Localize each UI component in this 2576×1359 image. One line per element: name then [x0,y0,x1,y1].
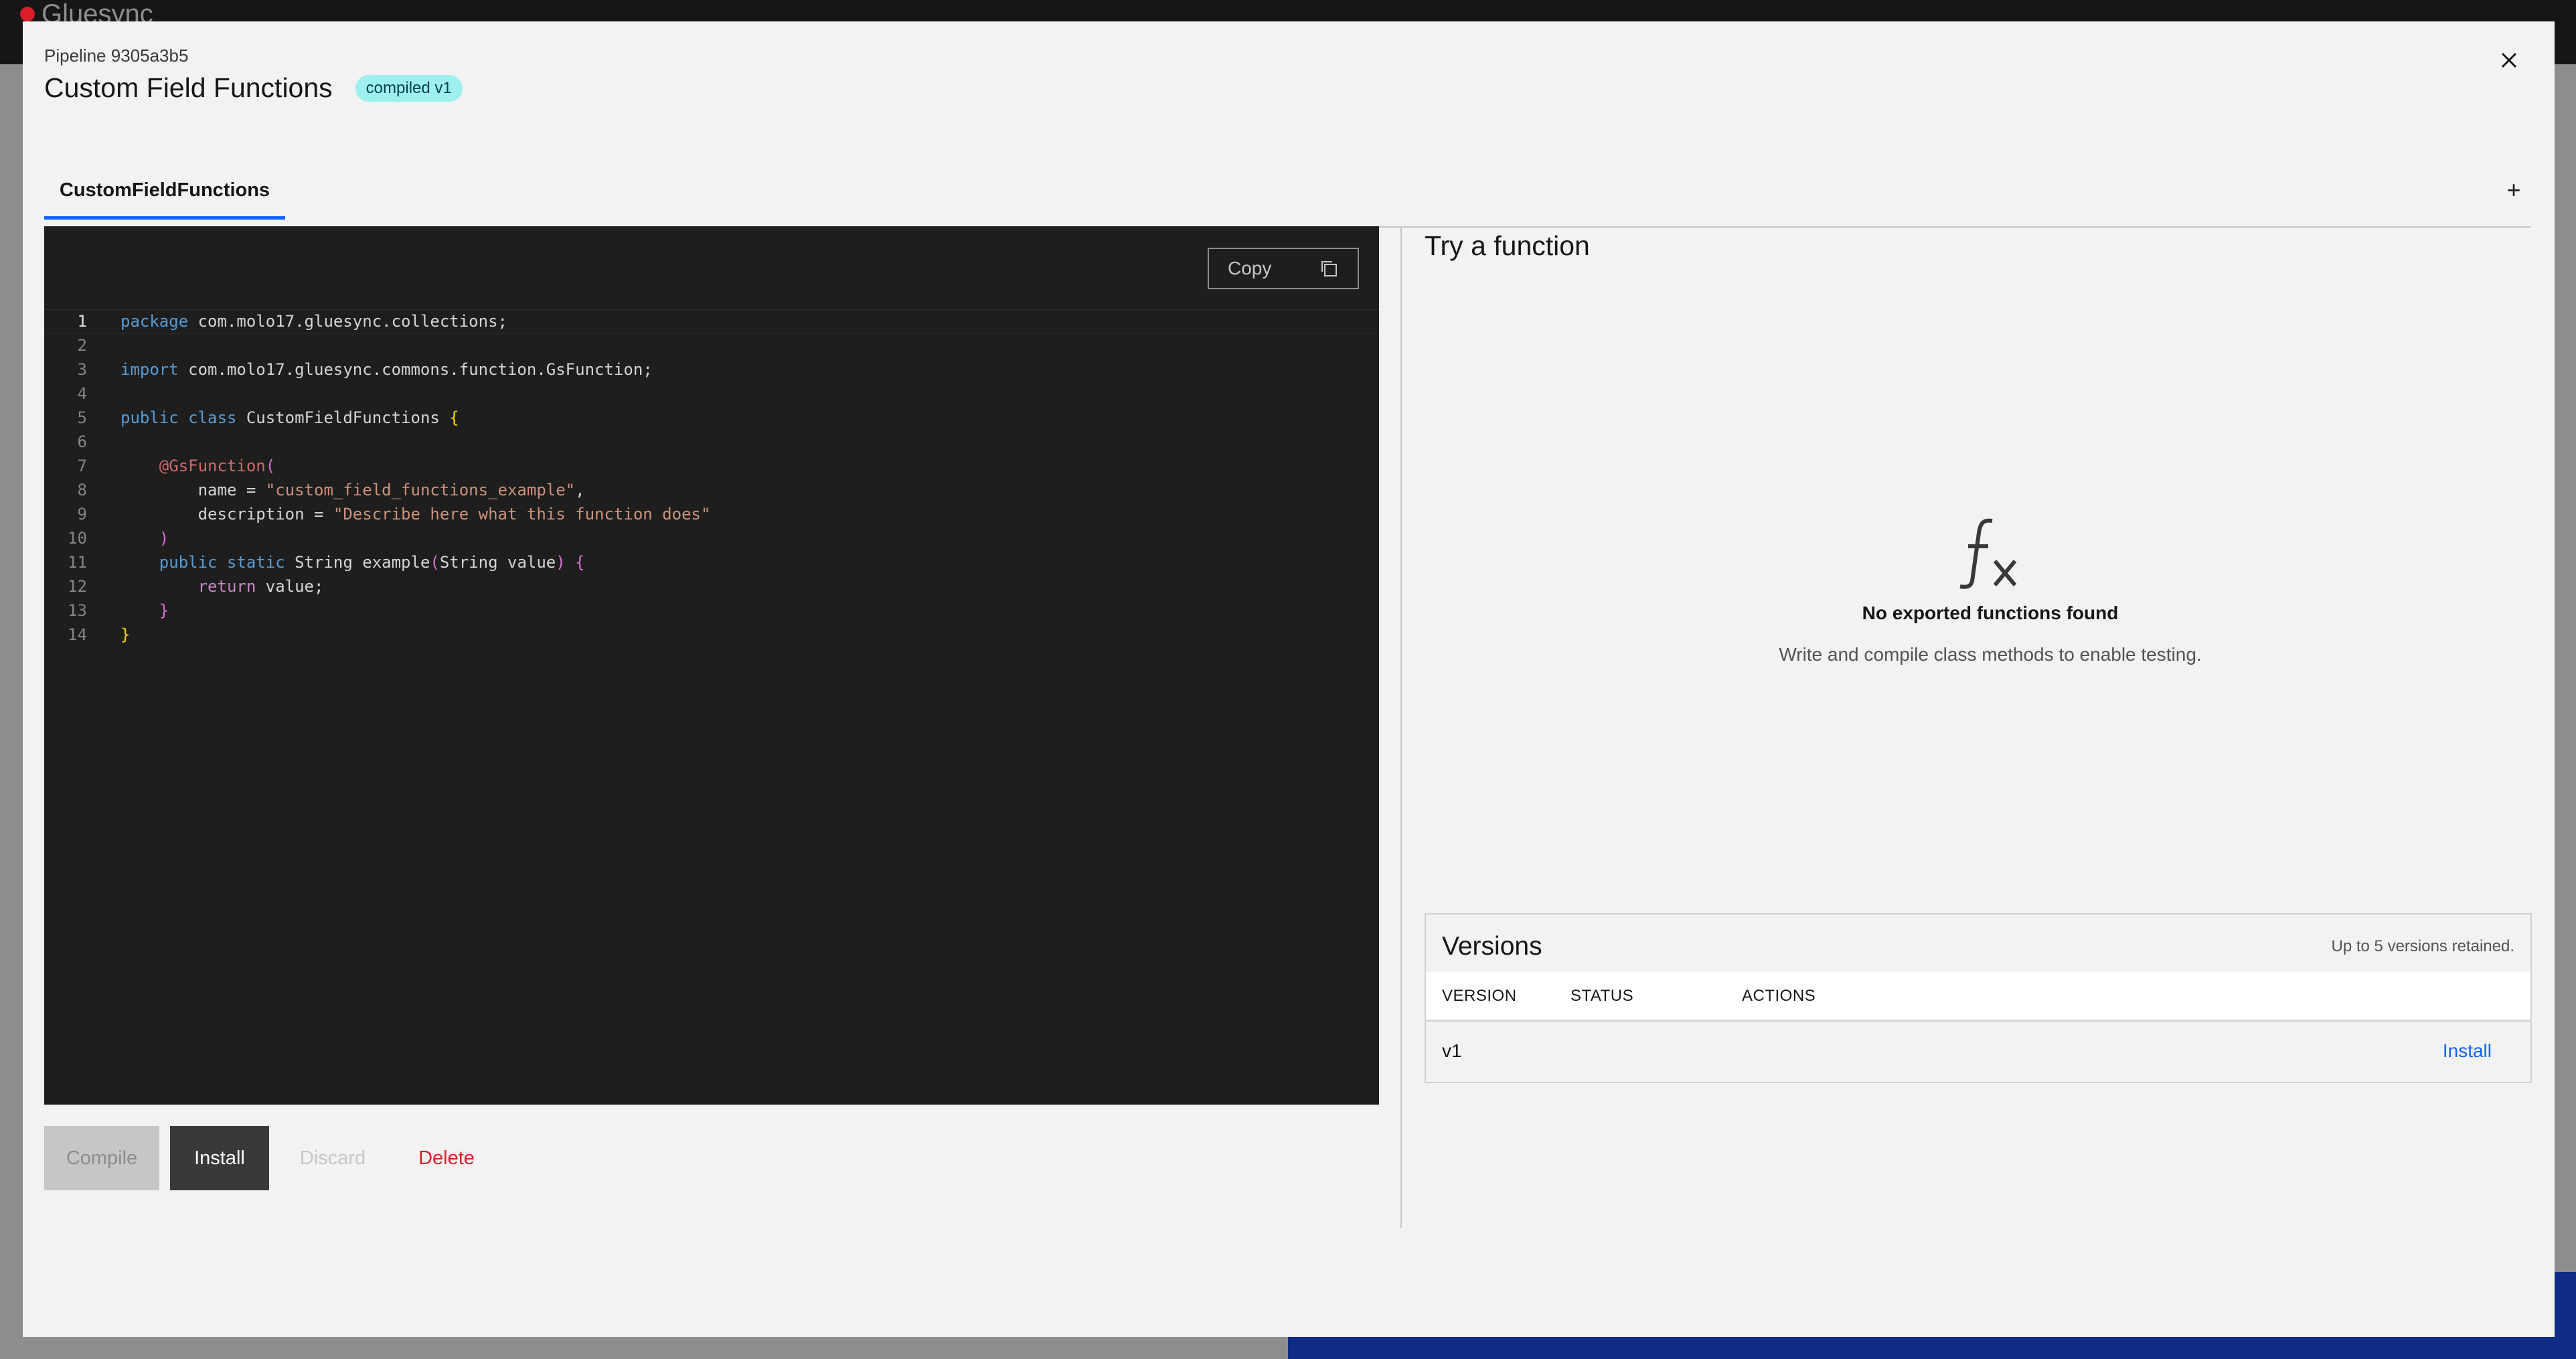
column-header-status: STATUS [1571,987,1634,1005]
add-tab-button[interactable]: + [2497,170,2530,210]
column-header-actions: ACTIONS [1742,987,1816,1005]
code-line: 10 ) [44,526,1379,550]
column-header-version: VERSION [1442,987,1517,1005]
code-line: 3 import com.molo17.gluesync.commons.func… [44,357,1379,382]
copy-icon [1321,261,1337,276]
line-number: 11 [68,553,87,572]
copy-button-label: Copy [1228,258,1272,278]
tab-customfieldfunctions[interactable]: CustomFieldFunctions [44,153,285,220]
compile-button[interactable]: Compile [44,1126,159,1190]
line-number: 5 [77,408,87,427]
code-lines: 1 package com.molo17.gluesync.collections… [44,309,1379,647]
line-number: 6 [77,432,87,451]
empty-state-description: Write and compile class methods to enabl… [1779,644,2202,665]
install-button[interactable]: Install [170,1126,269,1190]
code-line: 6 [44,430,1379,454]
editor-actions: Compile Install Discard Delete [44,1126,497,1190]
code-line: 4 [44,382,1379,406]
modal-title-row: Custom Field Functions compiled v1 [44,72,463,104]
version-cell: v1 [1442,1040,1462,1061]
line-number: 10 [68,529,87,548]
code-line: 11 public static String example(String v… [44,550,1379,574]
line-number: 2 [77,336,87,355]
versions-note: Up to 5 versions retained. [2331,937,2514,955]
install-version-link[interactable]: Install [2443,1040,2492,1062]
close-button[interactable] [2486,37,2532,83]
line-number: 7 [77,457,87,475]
function-icon [1425,517,2556,590]
close-icon [2501,52,2517,68]
code-line: 14} [44,623,1379,647]
code-line: 5 public class CustomFieldFunctions { [44,406,1379,430]
versions-panel: Versions Up to 5 versions retained. VERS… [1425,913,2532,1083]
versions-table-header: VERSION STATUS ACTIONS [1426,972,2530,1019]
empty-state: No exported functions found Write and co… [1425,517,2556,665]
line-number: 9 [77,505,87,524]
line-number: 4 [77,384,87,403]
code-line: 13 } [44,598,1379,623]
status-badge: compiled v1 [355,74,463,102]
pane-divider [1400,226,1402,1228]
line-number: 1 [77,312,87,331]
code-line: 1 package com.molo17.gluesync.collections… [44,309,1379,333]
code-line: 2 [44,333,1379,357]
try-function-title: Try a function [1425,230,1590,261]
delete-button[interactable]: Delete [396,1126,497,1190]
line-number: 12 [68,577,87,596]
empty-state-title: No exported functions found [1862,603,2119,623]
line-number: 13 [68,601,87,620]
versions-title: Versions [1442,932,1542,961]
code-line: 9 description = "Describe here what this… [44,502,1379,526]
code-line: 12 return value; [44,574,1379,598]
versions-header: Versions Up to 5 versions retained. [1426,914,2530,972]
custom-functions-modal: Pipeline 9305a3b5 Custom Field Functions… [23,21,2555,1337]
table-row: v1 Install [1426,1020,2530,1082]
line-number: 3 [77,360,87,379]
code-line: 8 name = "custom_field_functions_example… [44,478,1379,502]
logo-mark-icon [20,7,35,21]
line-number: 14 [68,625,87,644]
code-editor[interactable]: Copy 1 package com.molo17.gluesync.collec… [44,226,1379,1105]
tab-bar: CustomFieldFunctions + [44,153,2530,228]
copy-button[interactable]: Copy [1208,248,1359,289]
modal-title: Custom Field Functions [44,72,333,103]
line-number: 8 [77,481,87,499]
discard-button[interactable]: Discard [269,1126,396,1190]
modal-label: Pipeline 9305a3b5 [44,46,189,66]
code-line: 7 @GsFunction( [44,454,1379,478]
